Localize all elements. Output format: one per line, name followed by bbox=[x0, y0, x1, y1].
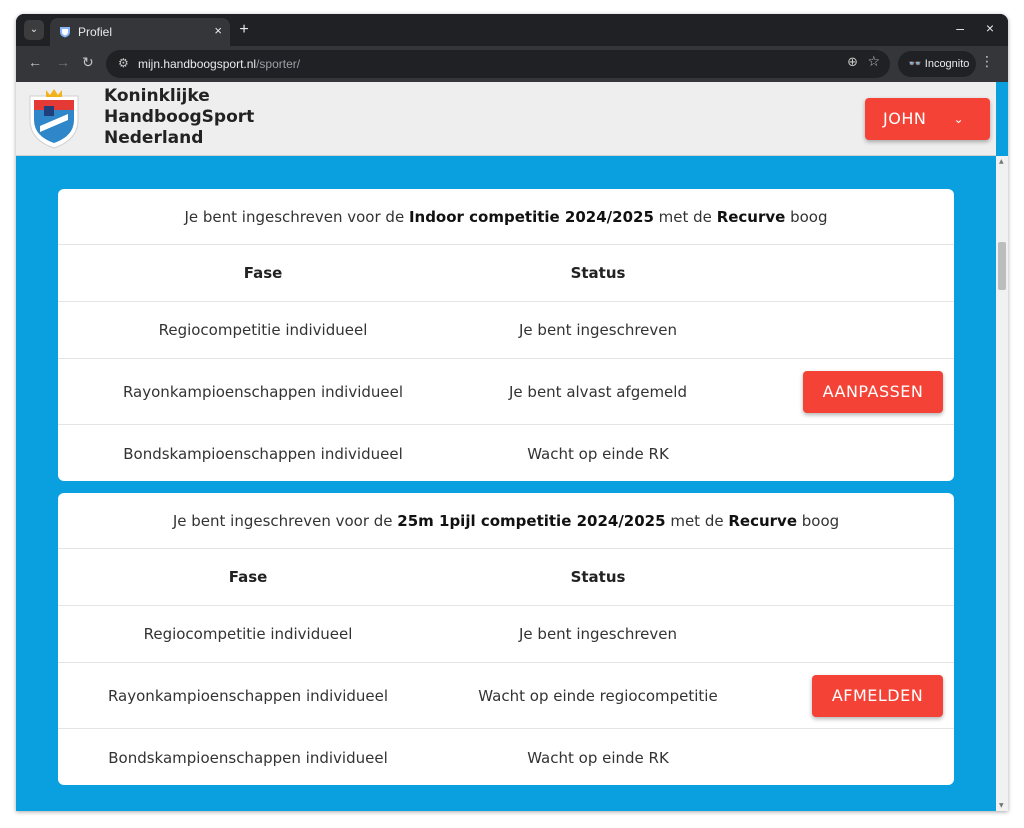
phase-cell: Regiocompetitie individueel bbox=[143, 625, 353, 643]
phase-cell: Rayonkampioenschappen individueel bbox=[122, 382, 404, 401]
page-viewport: Koninklijke HandboogSport Nederland JOHN… bbox=[16, 82, 1008, 811]
scroll-up-icon[interactable]: ▲ bbox=[999, 158, 1004, 165]
user-name: JOHN bbox=[883, 109, 927, 128]
intro-prefix: Je bent ingeschreven voor de bbox=[172, 512, 398, 530]
url-host: mijn.handboogsport.nl bbox=[138, 57, 257, 71]
window-close-button[interactable]: × bbox=[986, 20, 994, 36]
tab-title: Profiel bbox=[78, 25, 113, 39]
status-cell: Wacht op einde RK bbox=[527, 748, 669, 767]
table-row: Rayonkampioenschappen individueel Wacht … bbox=[58, 663, 954, 729]
column-header-status: Status bbox=[570, 264, 626, 282]
forward-icon[interactable]: → bbox=[56, 54, 70, 70]
aanpassen-button[interactable]: AANPASSEN bbox=[803, 371, 943, 413]
page-scrollbar[interactable]: ▲ ▼ bbox=[996, 156, 1008, 811]
intro-suffix: boog bbox=[785, 208, 828, 226]
new-tab-button[interactable]: + bbox=[234, 20, 254, 40]
user-menu-button[interactable]: JOHN ⌄ bbox=[865, 98, 990, 140]
status-cell: Je bent ingeschreven bbox=[519, 625, 677, 643]
card-intro: Je bent ingeschreven voor de 25m 1pijl c… bbox=[58, 493, 954, 549]
phase-cell: Regiocompetitie individueel bbox=[158, 321, 368, 339]
column-header-status: Status bbox=[570, 568, 626, 586]
competition-card: Je bent ingeschreven voor de 25m 1pijl c… bbox=[58, 493, 954, 785]
khsn-logo[interactable] bbox=[26, 86, 82, 150]
column-header-phase: Fase bbox=[228, 568, 268, 586]
intro-suffix: boog bbox=[797, 512, 840, 530]
org-name-line3: Nederland bbox=[104, 128, 204, 148]
bookmark-star-icon[interactable]: ☆ bbox=[867, 54, 880, 70]
status-cell: Je bent alvast afgemeld bbox=[509, 382, 687, 401]
chevron-down-icon: ⌄ bbox=[953, 112, 964, 126]
org-name-line2: HandboogSport bbox=[104, 107, 255, 127]
status-cell: Je bent ingeschreven bbox=[519, 321, 677, 339]
table-row: Bondskampioenschappen individueel Wacht … bbox=[58, 729, 954, 785]
zoom-icon[interactable]: ⊕ bbox=[847, 55, 858, 70]
phase-cell: Bondskampioenschappen individueel bbox=[108, 748, 388, 767]
url-path: /sporter/ bbox=[256, 57, 301, 71]
table-row: Bondskampioenschappen individueel Wacht … bbox=[58, 425, 954, 481]
incognito-label: Incognito bbox=[924, 58, 970, 70]
intro-prefix: Je bent ingeschreven voor de bbox=[184, 208, 409, 226]
table-row: Regiocompetitie individueel Je bent inge… bbox=[58, 606, 954, 663]
tab-profiel[interactable]: Profiel × bbox=[50, 18, 230, 46]
site-favicon-icon bbox=[60, 27, 70, 38]
browser-menu-icon[interactable]: ⋮ bbox=[980, 54, 994, 70]
phase-cell: Rayonkampioenschappen individueel bbox=[107, 686, 389, 705]
column-header-phase: Fase bbox=[243, 264, 283, 282]
tab-search-button[interactable]: ⌄ bbox=[24, 20, 44, 40]
competition-name: Indoor competitie 2024/2025 bbox=[408, 208, 654, 226]
incognito-icon: 👓 bbox=[908, 58, 922, 70]
afmelden-button[interactable]: AFMELDEN bbox=[812, 675, 943, 717]
intro-mid: met de bbox=[665, 512, 729, 530]
scroll-thumb[interactable] bbox=[998, 242, 1006, 290]
back-icon[interactable]: ← bbox=[28, 54, 42, 70]
competition-name: 25m 1pijl competitie 2024/2025 bbox=[397, 512, 666, 530]
bow-type: Recurve bbox=[716, 208, 786, 226]
card-intro: Je bent ingeschreven voor de Indoor comp… bbox=[58, 189, 954, 245]
intro-mid: met de bbox=[653, 208, 717, 226]
minimize-button[interactable]: – bbox=[956, 20, 964, 36]
site-info-icon[interactable]: ⚙ bbox=[118, 56, 129, 70]
bow-type: Recurve bbox=[728, 512, 797, 530]
reload-icon[interactable]: ↻ bbox=[82, 54, 94, 71]
status-cell: Wacht op einde regiocompetitie bbox=[478, 686, 718, 705]
phase-cell: Bondskampioenschappen individueel bbox=[123, 444, 403, 463]
table-header-row: Fase Status bbox=[58, 549, 954, 606]
tab-strip: ⌄ Profiel × + – × bbox=[16, 14, 1008, 46]
incognito-badge[interactable]: 👓 Incognito bbox=[898, 51, 976, 77]
site-header: Koninklijke HandboogSport Nederland JOHN… bbox=[16, 82, 996, 156]
scroll-down-icon[interactable]: ▼ bbox=[999, 802, 1004, 809]
address-bar[interactable]: ⚙ mijn.handboogsport.nl/sporter/ ⊕ ☆ bbox=[106, 50, 890, 78]
tab-close-icon[interactable]: × bbox=[214, 23, 222, 38]
url-text: mijn.handboogsport.nl/sporter/ bbox=[138, 57, 300, 71]
organization-name: Koninklijke HandboogSport Nederland bbox=[104, 86, 254, 149]
table-row: Regiocompetitie individueel Je bent inge… bbox=[58, 302, 954, 359]
browser-window: ⌄ Profiel × + – × ← → ↻ ⚙ mijn.handboogs… bbox=[16, 14, 1008, 811]
status-cell: Wacht op einde RK bbox=[527, 444, 669, 463]
table-row: Rayonkampioenschappen individueel Je ben… bbox=[58, 359, 954, 425]
table-header-row: Fase Status bbox=[58, 245, 954, 302]
browser-toolbar: ← → ↻ ⚙ mijn.handboogsport.nl/sporter/ ⊕… bbox=[16, 46, 1008, 82]
org-name-line1: Koninklijke bbox=[104, 86, 210, 106]
competition-card: Je bent ingeschreven voor de Indoor comp… bbox=[58, 189, 954, 481]
